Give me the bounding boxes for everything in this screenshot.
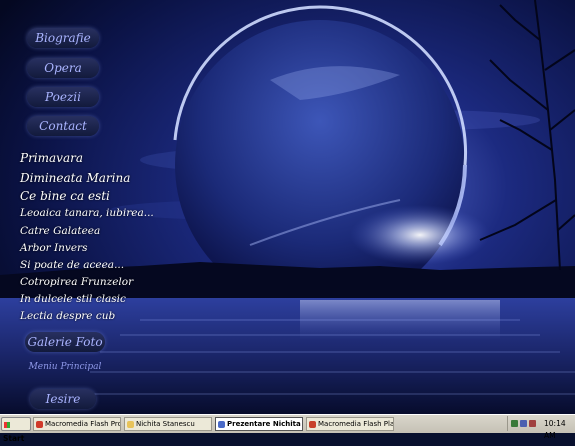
network-icon[interactable] — [511, 420, 518, 427]
poezii-button[interactable]: Poezii — [27, 87, 99, 107]
volume-icon[interactable] — [520, 420, 527, 427]
poem-link[interactable]: In dulcele stil clasic — [20, 293, 126, 305]
clock: 10:14 AM — [544, 419, 566, 440]
taskbar-item-label: Prezentare Nichita St... — [227, 420, 302, 428]
poem-link[interactable]: Si poate de aceea... — [20, 259, 124, 271]
contact-button[interactable]: Contact — [27, 116, 99, 136]
taskbar-item-flash-professional[interactable]: Macromedia Flash Profes... — [33, 417, 121, 431]
start-label: Start — [3, 434, 25, 443]
taskbar-item-label: Macromedia Flash Player 8 — [318, 420, 394, 428]
meniu-principal-button[interactable]: Meniu Principal — [22, 362, 108, 372]
galerie-foto-button[interactable]: Galerie Foto — [25, 332, 105, 352]
taskbar-item-folder[interactable]: Nichita Stanescu — [124, 417, 212, 431]
flash-player-icon — [309, 420, 316, 428]
poem-link[interactable]: Arbor Invers — [20, 242, 87, 254]
windows-flag-icon — [4, 422, 10, 428]
start-button[interactable]: Start — [1, 417, 31, 443]
poem-link[interactable]: Leoaica tanara, iubirea... — [20, 207, 154, 219]
flash-presentation: Biografie Opera Poezii Contact Primavara… — [0, 0, 575, 414]
taskbar-item-label: Macromedia Flash Profes... — [45, 420, 120, 428]
poem-link[interactable]: Catre Galateea — [20, 225, 100, 237]
taskbar-item-flash-player[interactable]: Macromedia Flash Player 8 — [306, 417, 394, 431]
poem-link[interactable]: Cotropirea Frunzelor — [20, 276, 133, 288]
taskbar-item-prezentare[interactable]: Prezentare Nichita St... — [215, 417, 303, 431]
taskbar-item-label: Nichita Stanescu — [136, 420, 195, 428]
flash-app-icon — [36, 420, 43, 428]
opera-button[interactable]: Opera — [27, 58, 99, 78]
poem-link[interactable]: Dimineata Marina — [20, 171, 130, 185]
poem-link[interactable]: Primavara — [20, 151, 83, 165]
system-tray: 10:14 AM — [507, 416, 573, 440]
poem-link[interactable]: Lectia despre cub — [20, 310, 115, 322]
biografie-button[interactable]: Biografie — [27, 28, 99, 48]
antivirus-icon[interactable] — [529, 420, 536, 427]
poem-link[interactable]: Ce bine ca esti — [20, 189, 110, 203]
folder-icon — [127, 420, 134, 428]
taskbar: Start Macromedia Flash Profes... Nichita… — [0, 414, 575, 443]
browser-window-icon — [218, 420, 225, 428]
iesire-button[interactable]: Iesire — [30, 389, 96, 409]
